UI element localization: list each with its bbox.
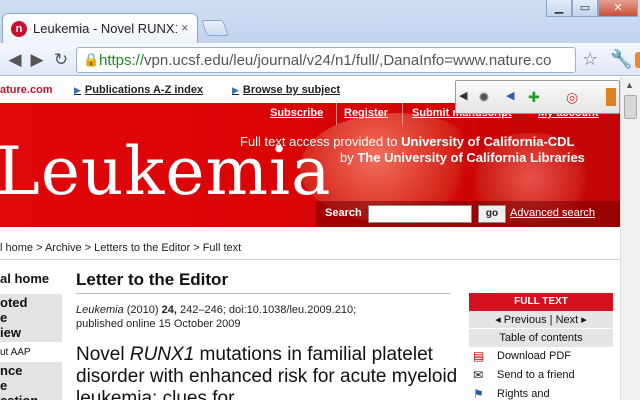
new-tab-button[interactable] [201, 20, 229, 36]
institution-link[interactable]: University of California-CDL [401, 134, 574, 149]
search-go-button[interactable]: go [478, 205, 506, 223]
access-notice-line1: Full text access provided to University … [240, 134, 575, 149]
section-divider [0, 259, 620, 260]
nav-advance-online[interactable]: nce e cation [0, 362, 62, 400]
lifebuoy-icon[interactable]: ◎ [566, 89, 578, 106]
nav-featured-line2: e [0, 310, 8, 325]
nav-about-aap[interactable]: ut AAP [0, 345, 62, 361]
extension-icon[interactable] [606, 88, 616, 106]
browser-chrome: n Leukemia - Novel RUNX1 m × ▁ ▭ ✕ ◀ ▶ ↻… [0, 0, 640, 76]
register-link[interactable]: Register [344, 107, 388, 119]
gear-icon[interactable]: ✹ [478, 89, 490, 106]
tab-close-icon[interactable]: × [181, 20, 189, 35]
download-pdf-link[interactable]: ▤ Download PDF [469, 347, 613, 366]
nav-advance-line1: nce [0, 363, 23, 378]
wrench-icon[interactable]: 🔧 [610, 49, 632, 70]
nav-featured[interactable]: oted e iew [0, 294, 62, 342]
link-divider [336, 103, 337, 125]
pdf-icon: ▤ [473, 349, 485, 363]
access-by: by [340, 150, 358, 165]
access-notice-line2: by The University of California Librarie… [340, 150, 585, 165]
search-input[interactable] [368, 205, 472, 223]
arrow-icon: ▶ [232, 85, 239, 95]
nav-advance-line2: e [0, 378, 8, 393]
next-link[interactable]: Next ▸ [556, 314, 587, 326]
close-window-button[interactable]: ✕ [598, 0, 638, 17]
browse-subject-label: Browse by subject [242, 84, 341, 96]
search-label: Search [325, 207, 362, 219]
full-text-box: FULL TEXT ◂ Previous | Next ▸ Table of c… [469, 293, 613, 400]
vertical-scrollbar[interactable]: ▲ [620, 77, 640, 400]
url-scheme: https:// [99, 52, 145, 69]
rights-label: Rights and [497, 388, 550, 400]
arrow-icon: ▶ [74, 85, 81, 95]
link-divider [402, 103, 403, 125]
previous-link[interactable]: ◂ Previous [495, 314, 546, 326]
envelope-icon: ✉ [473, 368, 484, 382]
forward-button[interactable]: ▶ [24, 48, 50, 72]
nav-featured-line1: oted [0, 295, 28, 310]
full-text-heading: FULL TEXT [469, 293, 613, 311]
subscribe-link[interactable]: Subscribe [270, 107, 323, 119]
breadcrumb[interactable]: l home > Archive > Letters to the Editor… [0, 242, 241, 254]
journal-name: Leukemia [76, 304, 124, 316]
send-to-friend-link[interactable]: ✉ Send to a friend [469, 366, 613, 385]
send-to-friend-label: Send to a friend [497, 369, 575, 381]
nav-journal-home[interactable]: al home [0, 271, 62, 286]
download-pdf-label: Download PDF [497, 350, 571, 362]
tab-title: Leukemia - Novel RUNX1 m [33, 21, 177, 36]
browse-subject-link[interactable]: ▶ Browse by subject [232, 84, 340, 96]
back-arrow-icon[interactable]: ◀ [506, 89, 514, 102]
url-text[interactable]: https://vpn.ucsf.edu/leu/journal/v24/n1/… [99, 52, 559, 69]
browser-tab[interactable]: n Leukemia - Novel RUNX1 m × [2, 13, 198, 43]
browser-toolbar: ◀ ▶ ↻ 🔒 https://vpn.ucsf.edu/leu/journal… [0, 43, 640, 76]
section-heading: Letter to the Editor [76, 270, 229, 289]
maximize-button[interactable]: ▭ [572, 0, 598, 17]
citation-pages-doi: 242–246; doi:10.1038/leu.2009.210; [179, 304, 357, 316]
nature-favicon-icon: n [11, 21, 27, 37]
publications-az-label: Publications A-Z index [84, 84, 204, 96]
table-of-contents-link[interactable]: Table of contents [469, 329, 613, 347]
nav-featured-line3: iew [0, 325, 21, 340]
bookmark-star-icon[interactable]: ☆ [582, 49, 598, 70]
journal-banner: Leukemia Subscribe Register Submit manus… [0, 103, 620, 227]
heading-rule [76, 293, 450, 294]
published-date: published online 15 October 2009 [76, 318, 241, 330]
left-arrow-icon[interactable]: ◀ [459, 89, 467, 102]
rights-icon: ⚑ [473, 387, 484, 400]
reload-button[interactable]: ↻ [48, 48, 74, 72]
minimize-button[interactable]: ▁ [546, 0, 572, 17]
scroll-up-arrow-icon[interactable]: ▲ [625, 80, 634, 90]
title-gene: RUNX1 [129, 344, 195, 365]
article-title: Novel RUNX1 mutations in familial platel… [76, 344, 460, 400]
page-content: ature.com ▶ Publications A-Z index ▶ Brows… [0, 77, 620, 400]
prev-next-separator: | [549, 314, 553, 326]
rights-permissions-link[interactable]: ⚑ Rights and [469, 385, 613, 400]
nav-advance-line3: cation [0, 393, 62, 400]
url-path: vpn.ucsf.edu/leu/journal/v24/n1/full/,Da… [144, 52, 552, 69]
title-part1: Novel [76, 344, 130, 365]
nature-site-link[interactable]: ature.com [0, 84, 53, 96]
library-link[interactable]: The University of California Libraries [357, 150, 585, 165]
citation: Leukemia (2010) 24, 242–246; doi:10.1038… [76, 303, 456, 331]
citation-volume: 24, [161, 304, 177, 316]
extension-toolbar: ◀ ✹ ◀ ✚ ◎ [455, 80, 620, 114]
prev-next-nav: ◂ Previous | Next ▸ [469, 311, 613, 329]
search-bar: Search go Advanced search [316, 201, 620, 227]
publications-az-link[interactable]: ▶ Publications A-Z index [74, 84, 203, 96]
citation-year: (2010) [126, 304, 159, 316]
lock-icon: 🔒 [83, 52, 100, 67]
address-bar[interactable]: 🔒 https://vpn.ucsf.edu/leu/journal/v24/n… [76, 47, 640, 73]
scrollbar-thumb[interactable] [624, 95, 637, 119]
access-prefix: Full text access provided to [240, 134, 402, 149]
rss-icon[interactable]: )) [635, 52, 640, 68]
advanced-search-link[interactable]: Advanced search [510, 207, 595, 219]
bookmark-add-icon[interactable]: ✚ [528, 89, 540, 106]
